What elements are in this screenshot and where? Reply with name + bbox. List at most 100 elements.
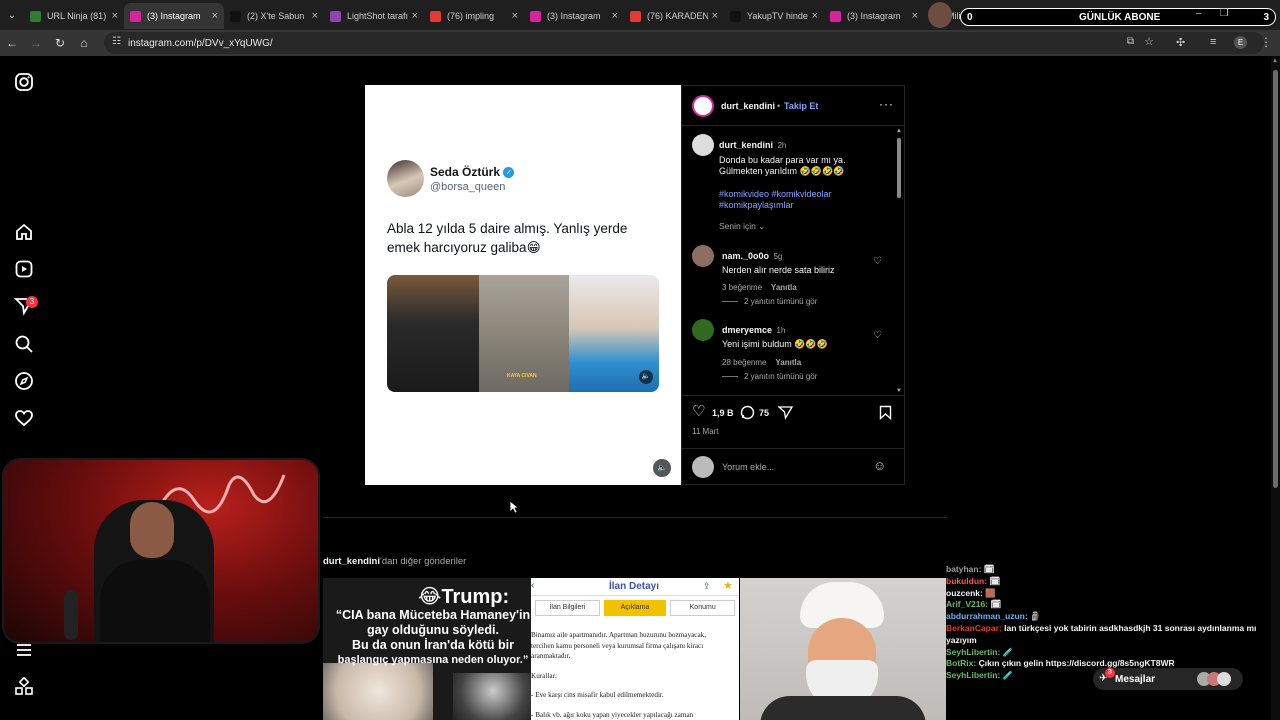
- page-scroll-up-icon[interactable]: ▲: [1272, 58, 1278, 64]
- browser-tab[interactable]: URL Ninja (81) ×: [24, 3, 124, 29]
- subscriber-label: GÜNLÜK ABONE: [1079, 11, 1161, 23]
- like-icon[interactable]: ♡: [692, 402, 705, 420]
- site-info-icon[interactable]: ☷: [112, 36, 121, 47]
- save-bookmark-icon[interactable]: [879, 405, 892, 420]
- comment-2-like-icon[interactable]: ♡: [873, 330, 882, 341]
- ilan-tab-konumu: Konumu: [670, 600, 736, 616]
- author-avatar[interactable]: [692, 95, 714, 117]
- tab-close-icon[interactable]: ×: [312, 10, 318, 22]
- comment-1-likes[interactable]: 3 beğenme: [722, 283, 762, 292]
- comments-scrollbar[interactable]: ▲ ▼: [896, 128, 902, 394]
- back-button[interactable]: ←: [0, 31, 24, 55]
- trump-quote-line-2: gay olduğunu söyledi.: [367, 623, 499, 637]
- restore-icon[interactable]: ❐: [1220, 8, 1229, 19]
- menu-kebab-icon[interactable]: ⋮: [1260, 35, 1272, 49]
- streamer-avatar: [928, 2, 952, 28]
- comment-2-username[interactable]: dmeryemce: [722, 325, 772, 335]
- post-caption: durt_kendini 2h Donda bu kadar para var …: [719, 135, 889, 210]
- minimize-icon[interactable]: –: [1196, 8, 1202, 19]
- scroll-down-icon[interactable]: ▼: [896, 388, 902, 394]
- author-username[interactable]: durt_kendini: [721, 101, 775, 111]
- divider-line: [722, 301, 738, 303]
- forward-button[interactable]: →: [24, 31, 48, 55]
- browser-tab[interactable]: (3) Instagram ×: [824, 3, 924, 29]
- tab-close-icon[interactable]: ×: [612, 10, 618, 22]
- extensions-icon[interactable]: ✣: [1176, 36, 1185, 49]
- comment-2-actions: 28 beğenme Yanıtla: [722, 358, 872, 367]
- chat-username: BotRix:: [946, 658, 977, 669]
- reels-icon[interactable]: [14, 259, 34, 279]
- more-post-trump-cleric[interactable]: [740, 578, 946, 720]
- comment-count[interactable]: 75: [759, 408, 769, 418]
- tab-close-icon[interactable]: ×: [412, 10, 418, 22]
- comment-1-reply[interactable]: Yanıtla: [771, 283, 797, 292]
- comment-sort-dropdown[interactable]: Senin için ⌄: [719, 221, 765, 232]
- install-app-icon[interactable]: ⧉: [1127, 36, 1134, 47]
- tab-label: (76) KARADENİ: [647, 11, 708, 21]
- comment-1-username[interactable]: nam._0o0o: [722, 251, 769, 261]
- comment-1-view-replies[interactable]: 2 yanıtın tümünü gör: [722, 297, 817, 306]
- media-control-icon[interactable]: ≡: [1210, 36, 1216, 48]
- tab-label: URL Ninja (81): [47, 11, 107, 21]
- notifications-heart-icon[interactable]: [14, 408, 34, 428]
- explore-icon[interactable]: [14, 371, 34, 391]
- follow-button[interactable]: Takip Et: [784, 101, 818, 111]
- tab-search-button[interactable]: ⌄: [0, 3, 24, 27]
- comment-2-avatar[interactable]: [692, 319, 714, 341]
- comment-2-likes[interactable]: 28 beğenme: [722, 358, 766, 367]
- also-from-meta-icon[interactable]: [14, 677, 34, 697]
- more-posts-author[interactable]: durt_kendini: [323, 556, 380, 567]
- caption-hashtags-1[interactable]: #komikvideo #komikvideolar: [719, 189, 889, 199]
- browser-tab[interactable]: LightShot tarafı ×: [324, 3, 424, 29]
- browser-tab[interactable]: (3) Instagram ×: [124, 3, 224, 29]
- browser-tab[interactable]: (76) KARADENİ ×: [624, 3, 724, 29]
- share-icon[interactable]: [778, 405, 793, 420]
- bookmark-star-icon[interactable]: ☆: [1144, 35, 1154, 48]
- caption-avatar[interactable]: [692, 134, 714, 156]
- tab-label: (3) Instagram: [847, 11, 901, 21]
- comment-1-avatar[interactable]: [692, 245, 714, 267]
- post-media[interactable]: Seda Öztürk ✓ @borsa_queen Abla 12 yılda…: [365, 85, 681, 485]
- like-count[interactable]: 1,9 B: [712, 408, 734, 418]
- more-post-ilan-detay[interactable]: ‹ İlan Detayı ⇪ ★ İlan Bilgileri Açıklam…: [531, 578, 739, 720]
- page-scrollbar-thumb[interactable]: [1273, 70, 1278, 488]
- post-video-mute-icon[interactable]: 🔈: [653, 459, 671, 477]
- post-date[interactable]: 11 Mart: [692, 427, 719, 436]
- messages-button[interactable]: ✈ 3 Mesajlar: [1093, 668, 1243, 690]
- streamer-webcam: [2, 458, 320, 644]
- robe: [760, 696, 926, 720]
- search-icon[interactable]: [14, 334, 34, 354]
- comment-2-view-replies[interactable]: 2 yanıtın tümünü gör: [722, 372, 817, 381]
- tab-close-icon[interactable]: ×: [512, 10, 518, 22]
- more-post-trump-quote[interactable]: 😂Trump: “CIA bana Müceteba Hamaney'in ga…: [323, 578, 531, 720]
- browser-tab[interactable]: YakupTV hinde ×: [724, 3, 824, 29]
- home-icon[interactable]: [14, 222, 34, 242]
- browser-tab[interactable]: (3) Instagram ×: [524, 3, 624, 29]
- caption-username[interactable]: durt_kendini: [719, 140, 773, 150]
- post-details-panel: durt_kendini • Takip Et ··· durt_kendini…: [681, 85, 905, 485]
- profile-avatar[interactable]: E: [1234, 36, 1247, 49]
- tweet-video[interactable]: KAYA CIVAN 🔈: [387, 275, 659, 392]
- comment-1-like-icon[interactable]: ♡: [873, 256, 882, 267]
- tab-close-icon[interactable]: ×: [212, 10, 218, 22]
- avatar: [1217, 672, 1231, 686]
- caption-hashtags-2[interactable]: #komikpaylaşımlar: [719, 200, 889, 210]
- more-options-icon[interactable]: ···: [879, 97, 894, 111]
- tab-close-icon[interactable]: ×: [912, 10, 918, 22]
- reload-button[interactable]: ↻: [48, 31, 72, 55]
- url-bar[interactable]: ☷ instagram.com/p/DVv_xYqUWG/ ⧉ ☆: [104, 32, 1264, 54]
- browser-tab[interactable]: (2) X'te Sabun ×: [224, 3, 324, 29]
- tweet-video-mute-icon[interactable]: 🔈: [639, 370, 653, 384]
- tab-close-icon[interactable]: ×: [112, 10, 118, 22]
- tab-close-icon[interactable]: ×: [812, 10, 818, 22]
- comment-2-reply[interactable]: Yanıtla: [775, 358, 801, 367]
- browser-tab[interactable]: (76) impling ×: [424, 3, 524, 29]
- emoji-icon[interactable]: ☺: [873, 458, 886, 473]
- scroll-up-icon[interactable]: ▲: [896, 128, 902, 134]
- add-comment-input[interactable]: Yorum ekle...: [722, 462, 774, 472]
- scrollbar-thumb[interactable]: [897, 138, 901, 198]
- home-button[interactable]: ⌂: [72, 31, 96, 55]
- comment-icon[interactable]: [740, 405, 755, 420]
- tab-close-icon[interactable]: ×: [712, 10, 718, 22]
- instagram-logo-icon[interactable]: [14, 72, 34, 92]
